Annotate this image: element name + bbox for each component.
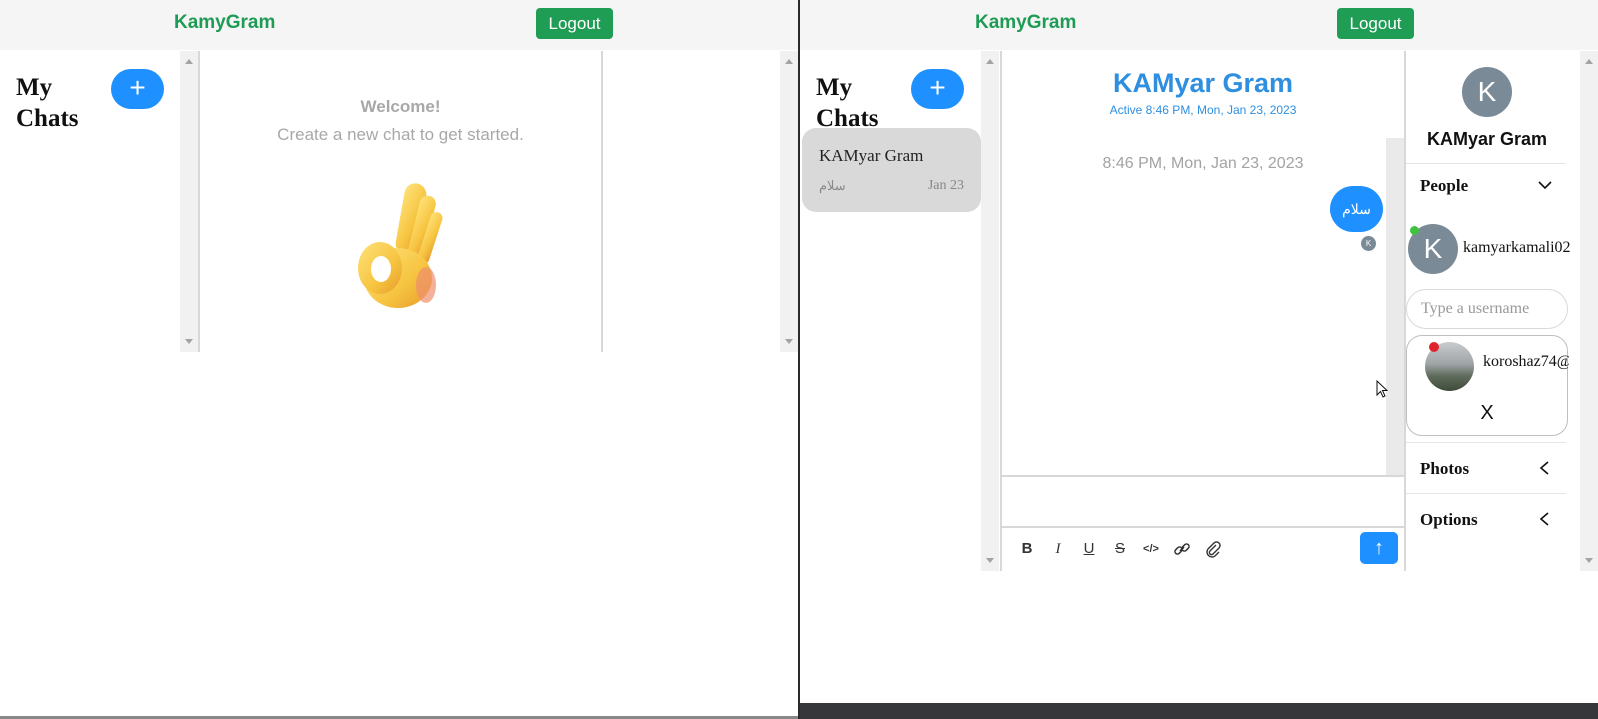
- new-chat-button[interactable]: +: [111, 69, 164, 109]
- chat-list-scrollbar[interactable]: [180, 51, 198, 352]
- logout-button[interactable]: Logout: [1337, 8, 1414, 39]
- link-icon[interactable]: [1173, 540, 1191, 558]
- code-icon[interactable]: </>: [1140, 540, 1162, 558]
- brand-logo[interactable]: KamyGram: [975, 12, 1076, 34]
- chat-feed: KAMyar Gram Active 8:46 PM, Mon, Jan 23,…: [1000, 51, 1406, 571]
- username-search-input[interactable]: Type a username: [1406, 289, 1568, 329]
- divider: [1406, 163, 1566, 164]
- chevron-left-icon[interactable]: [1538, 461, 1552, 475]
- navbar: KamyGram Logout: [800, 0, 1598, 50]
- welcome-panel: Welcome! Create a new chat to get starte…: [198, 51, 603, 352]
- italic-icon[interactable]: I: [1049, 540, 1067, 558]
- underline-icon[interactable]: U: [1080, 540, 1098, 558]
- scroll-up-arrow-icon[interactable]: [986, 59, 994, 64]
- message-timestamp: 8:46 PM, Mon, Jan 23, 2023: [1102, 155, 1304, 172]
- offline-status-dot: [1429, 342, 1439, 352]
- my-chats-title-line1: My: [16, 74, 53, 101]
- chat-list-item-date: Jan 23: [927, 178, 964, 193]
- chat-list-item[interactable]: KAMyar Gram سلام Jan 23: [802, 128, 981, 212]
- scroll-down-arrow-icon[interactable]: [185, 339, 193, 344]
- scroll-down-arrow-icon[interactable]: [986, 558, 994, 563]
- taskbar: [800, 703, 1598, 719]
- scroll-up-arrow-icon[interactable]: [1585, 59, 1593, 64]
- scroll-down-arrow-icon[interactable]: [785, 339, 793, 344]
- my-chats-title: My Chats: [816, 72, 879, 134]
- welcome-subtitle: Create a new chat to get started.: [277, 125, 524, 144]
- mouse-cursor-icon: [1376, 379, 1389, 398]
- navbar: KamyGram Logout: [0, 0, 798, 50]
- my-chats-title-line2: Chats: [16, 105, 79, 132]
- divider: [1406, 493, 1566, 494]
- messages-scrollbar[interactable]: [1386, 138, 1404, 476]
- message-input[interactable]: [1002, 475, 1404, 528]
- photos-section-title[interactable]: Photos: [1420, 459, 1469, 479]
- options-section-title[interactable]: Options: [1420, 510, 1478, 530]
- page-scrollbar[interactable]: [1580, 51, 1598, 571]
- settings-chat-name: KAMyar Gram: [1426, 129, 1548, 149]
- my-chats-title: My Chats: [16, 72, 79, 134]
- chat-title: KAMyar Gram: [1112, 68, 1294, 98]
- chevron-left-icon[interactable]: [1538, 512, 1552, 526]
- person-username: kamyarkamali02: [1463, 239, 1571, 256]
- chat-settings-panel: K KAMyar Gram People K kamyarkamali02 Ty…: [1406, 51, 1580, 571]
- read-receipt-avatar: K: [1361, 236, 1376, 251]
- scroll-down-arrow-icon[interactable]: [1585, 558, 1593, 563]
- scroll-up-arrow-icon[interactable]: [785, 59, 793, 64]
- send-button[interactable]: ↑: [1360, 532, 1398, 564]
- strikethrough-icon[interactable]: S: [1111, 540, 1129, 558]
- people-section-title[interactable]: People: [1420, 176, 1468, 196]
- logout-button[interactable]: Logout: [536, 8, 613, 39]
- chat-list-scrollbar[interactable]: [981, 51, 999, 571]
- left-window: KamyGram Logout My Chats + Welcome! Crea…: [0, 0, 798, 719]
- new-chat-button[interactable]: +: [911, 69, 964, 109]
- right-window: KamyGram Logout My Chats + KAMyar Gram س…: [800, 0, 1598, 719]
- formatting-toolbar: B I U S </> ↑: [1002, 526, 1404, 571]
- message-bubble[interactable]: سلام: [1330, 186, 1383, 232]
- page-scrollbar[interactable]: [780, 51, 798, 352]
- welcome-title: Welcome!: [360, 97, 441, 116]
- ok-hand-emoji-icon: [348, 173, 448, 313]
- chat-list-item-preview: سلام: [819, 178, 846, 193]
- result-username: koroshaz74@: [1483, 353, 1569, 370]
- close-icon[interactable]: X: [1407, 402, 1567, 425]
- chat-list-item-name: KAMyar Gram: [819, 146, 924, 165]
- scroll-up-arrow-icon[interactable]: [185, 59, 193, 64]
- chat-avatar: K: [1462, 67, 1512, 117]
- brand-logo[interactable]: KamyGram: [174, 12, 275, 34]
- divider: [1406, 442, 1566, 443]
- attachment-icon[interactable]: [1204, 540, 1222, 558]
- chevron-down-icon[interactable]: [1538, 178, 1552, 192]
- bold-icon[interactable]: B: [1018, 540, 1036, 558]
- chat-active-status: Active 8:46 PM, Mon, Jan 23, 2023: [1109, 103, 1297, 117]
- my-chats-title-line1: My: [816, 74, 853, 101]
- online-status-dot: [1410, 226, 1419, 235]
- user-search-result[interactable]: koroshaz74@ X: [1406, 335, 1569, 436]
